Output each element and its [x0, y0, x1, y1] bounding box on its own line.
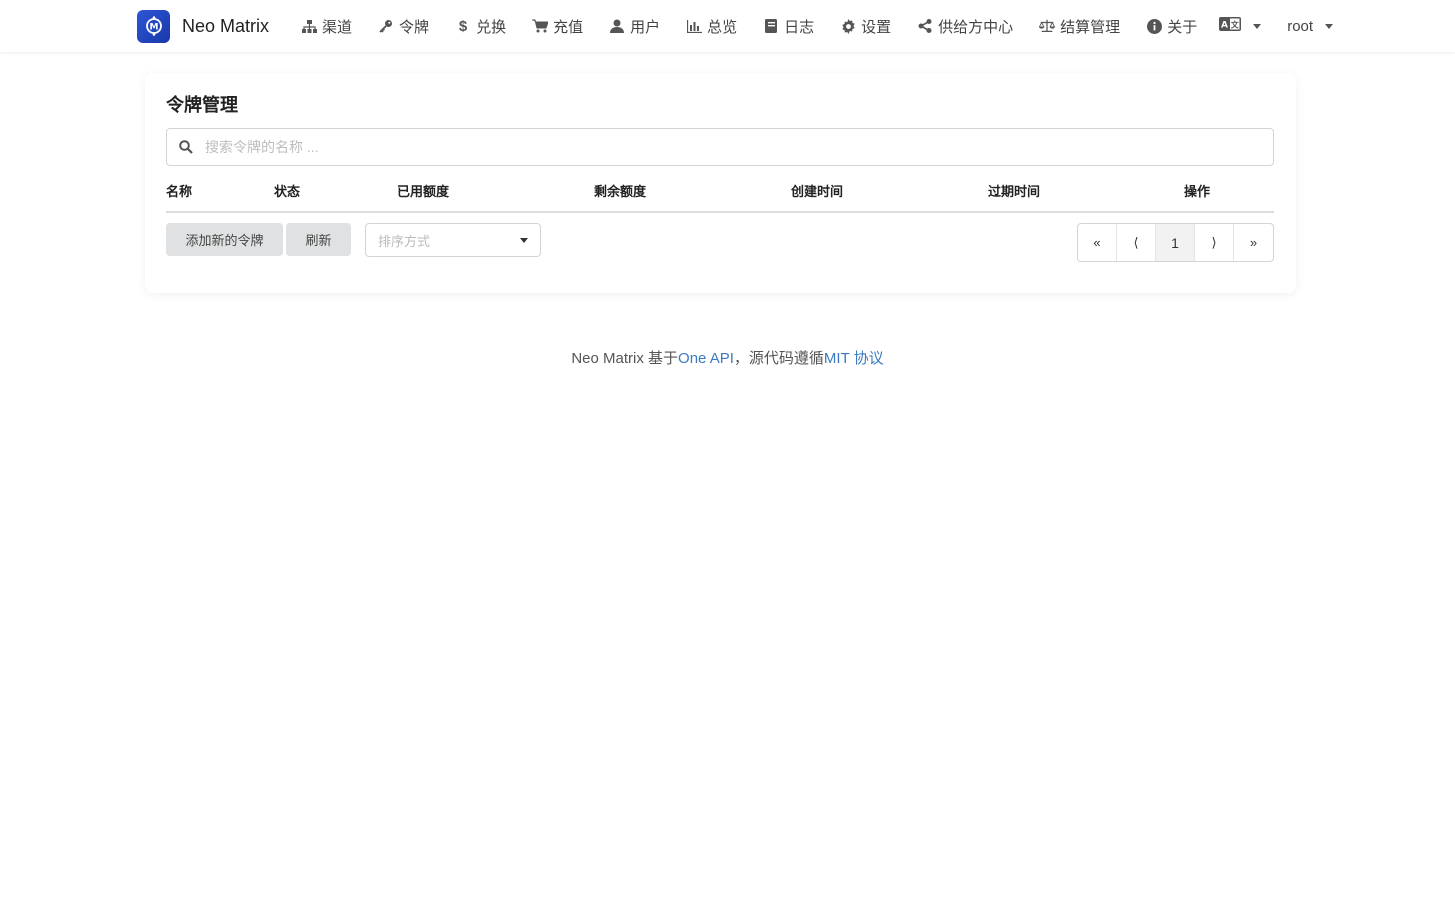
- one-api-link[interactable]: One API: [678, 350, 734, 367]
- nav-label: 供给方中心: [938, 18, 1014, 36]
- user-icon: [609, 18, 625, 34]
- add-token-button[interactable]: 添加新的令牌: [166, 223, 283, 256]
- balance-scale-icon: [1039, 18, 1056, 34]
- chevron-down-icon: [520, 238, 528, 243]
- first-page-button[interactable]: «: [1078, 224, 1117, 261]
- bar-chart-icon: [686, 18, 702, 34]
- nav-label: 总览: [707, 18, 738, 36]
- nav-item-about[interactable]: 关于: [1136, 0, 1207, 52]
- svg-text:M: M: [149, 23, 158, 33]
- nav-item-setting[interactable]: 设置: [830, 0, 901, 52]
- column-header-name[interactable]: 名称: [166, 181, 192, 200]
- token-management-card: 令牌管理 名称 状态 已用额度 剩余额度 创建时间 过期时间 操作 添加新的令牌…: [145, 73, 1296, 293]
- column-header-created-time[interactable]: 创建时间: [791, 181, 843, 200]
- nav-item-log[interactable]: 日志: [753, 0, 824, 52]
- column-header-expired-time[interactable]: 过期时间: [988, 181, 1040, 200]
- column-header-remaining-quota[interactable]: 剩余额度: [594, 181, 646, 200]
- prev-page-button[interactable]: ⟨: [1117, 224, 1156, 261]
- nav-label: 结算管理: [1060, 18, 1121, 36]
- nav-item-redeem[interactable]: $ 兑换: [445, 0, 516, 52]
- refresh-button[interactable]: 刷新: [286, 223, 351, 256]
- brand-name[interactable]: Neo Matrix: [182, 16, 269, 37]
- nav-label: 令牌: [399, 18, 430, 36]
- nav-label: 关于: [1167, 18, 1198, 36]
- sort-placeholder: 排序方式: [378, 233, 431, 249]
- nav-item-topup[interactable]: 充值: [522, 0, 593, 52]
- column-header-used-quota[interactable]: 已用额度: [397, 181, 449, 200]
- mit-license-link[interactable]: MIT 协议: [824, 350, 884, 367]
- book-icon: [763, 18, 779, 34]
- top-navbar: M Neo Matrix 渠道 令牌 $ 兑换 充值 用户 总览 日志 设置 供…: [0, 0, 1455, 52]
- key-icon: [378, 18, 394, 34]
- svg-text:文: 文: [1231, 19, 1240, 29]
- nav-label: 充值: [553, 18, 584, 36]
- last-page-button[interactable]: »: [1234, 224, 1273, 261]
- pagination: « ⟨ 1 ⟩ »: [1077, 223, 1274, 262]
- nav-item-token[interactable]: 令牌: [368, 0, 439, 52]
- nav-label: 渠道: [322, 18, 353, 36]
- logo-icon[interactable]: M: [137, 9, 170, 43]
- table-header: 名称 状态 已用额度 剩余额度 创建时间 过期时间 操作: [166, 173, 1274, 213]
- search-box[interactable]: [166, 128, 1274, 166]
- nav-inner: M Neo Matrix 渠道 令牌 $ 兑换 充值 用户 总览 日志 设置 供…: [137, 0, 1334, 52]
- nav-label: 兑换: [476, 18, 507, 36]
- nav-item-user[interactable]: 用户: [599, 0, 670, 52]
- sort-dropdown[interactable]: 排序方式: [365, 223, 541, 257]
- chevron-down-icon: [1325, 23, 1334, 29]
- nav-label: 日志: [784, 18, 815, 36]
- nav-item-provider[interactable]: 供给方中心: [907, 0, 1023, 52]
- next-page-button[interactable]: ⟩: [1195, 224, 1234, 261]
- svg-text:A: A: [1221, 20, 1228, 30]
- language-dropdown[interactable]: A文: [1219, 0, 1262, 52]
- nav-item-dashboard[interactable]: 总览: [676, 0, 747, 52]
- footer-prefix: Neo Matrix 基于: [571, 350, 679, 367]
- search-icon: [167, 140, 205, 154]
- username: root: [1287, 17, 1314, 35]
- translate-icon: A文: [1219, 16, 1242, 36]
- gear-icon: [840, 18, 856, 34]
- column-header-status[interactable]: 状态: [274, 181, 300, 200]
- chevron-down-icon: [1253, 23, 1262, 29]
- dollar-icon: $: [458, 17, 468, 35]
- nav-item-channel[interactable]: 渠道: [291, 0, 362, 52]
- page-1-button[interactable]: 1: [1156, 224, 1195, 261]
- search-input[interactable]: [205, 139, 1265, 155]
- page-title: 令牌管理: [166, 95, 238, 115]
- user-menu[interactable]: root: [1287, 0, 1334, 52]
- nav-label: 设置: [861, 18, 892, 36]
- footer-middle: ，源代码遵循: [733, 350, 824, 367]
- info-icon: [1146, 18, 1162, 34]
- sitemap-icon: [301, 18, 317, 34]
- share-icon: [917, 18, 933, 34]
- nav-label: 用户: [630, 18, 661, 36]
- footer: Neo Matrix 基于One API，源代码遵循MIT 协议: [0, 347, 1455, 368]
- cart-icon: [532, 18, 549, 34]
- nav-item-settlement[interactable]: 结算管理: [1029, 0, 1130, 52]
- column-header-actions: 操作: [1184, 184, 1211, 199]
